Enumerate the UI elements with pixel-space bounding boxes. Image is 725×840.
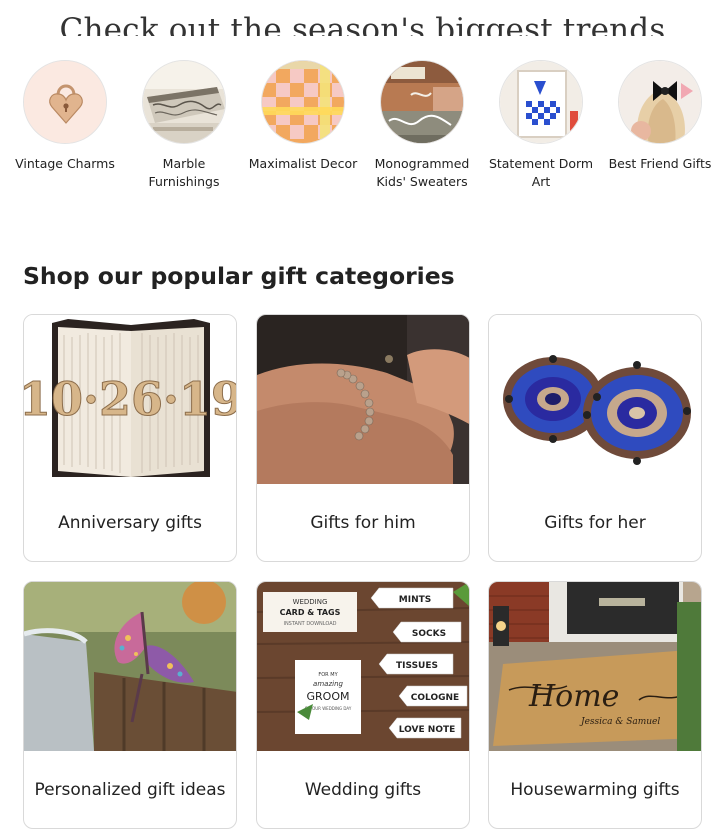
wedding-tags-image: WEDDING CARD & TAGS INSTANT DOWNLOAD FOR…	[257, 582, 469, 751]
heart-lock-charm-image	[23, 60, 107, 144]
wedding-header-text: WEDDING	[293, 598, 328, 606]
wedding-header2-text: CARD & TAGS	[280, 608, 341, 617]
checkered-tray-image	[261, 60, 345, 144]
trend-item-best-friend-gifts[interactable]: Best Friend Gifts	[600, 60, 720, 173]
bracelet-wrist-image	[257, 315, 469, 484]
category-label: Housewarming gifts	[510, 780, 680, 800]
trend-label: Marble Furnishings	[148, 156, 220, 189]
trend-label: Statement Dorm Art	[488, 156, 594, 189]
doormat-word-text: Home	[528, 679, 619, 714]
trend-label: Monogrammed Kids' Sweaters	[374, 156, 470, 189]
monogram-sweater-image	[380, 60, 464, 144]
groom-card-line1: FOR MY	[318, 672, 338, 678]
trend-label: Vintage Charms	[15, 156, 115, 171]
hair-bow-image	[618, 60, 702, 144]
folded-book-date-text: 10·26·19	[24, 372, 237, 426]
gift-categories-heading: Shop our popular gift categories	[23, 262, 455, 290]
category-card-wedding[interactable]: WEDDING CARD & TAGS INSTANT DOWNLOAD FOR…	[256, 581, 470, 829]
trend-item-monogrammed-sweaters[interactable]: Monogrammed Kids' Sweaters	[362, 60, 482, 191]
trend-item-statement-dorm-art[interactable]: Statement Dorm Art	[481, 60, 601, 191]
trend-label: Best Friend Gifts	[608, 156, 712, 171]
tag-mints-text: MINTS	[399, 595, 431, 605]
category-label: Anniversary gifts	[58, 513, 202, 533]
trend-item-maximalist-decor[interactable]: Maximalist Decor	[243, 60, 363, 173]
category-card-personalized[interactable]: Personalized gift ideas	[23, 581, 237, 829]
category-label: Personalized gift ideas	[34, 780, 226, 800]
category-label: Gifts for him	[310, 513, 416, 533]
category-label: Gifts for her	[544, 513, 646, 533]
tag-tissues-text: TISSUES	[396, 661, 438, 671]
category-label: Wedding gifts	[304, 780, 422, 800]
paper-butterfly-image	[24, 582, 236, 751]
marble-tray-image	[142, 60, 226, 144]
tag-socks-text: SOCKS	[412, 629, 446, 639]
category-card-housewarming[interactable]: Home Jessica & Samuel Housewarming gifts	[488, 581, 702, 829]
category-card-anniversary[interactable]: 10·26·19 Anniversary gifts	[23, 314, 237, 562]
category-card-gifts-for-her[interactable]: Gifts for her	[488, 314, 702, 562]
tag-cologne-text: COLOGNE	[411, 693, 459, 703]
trend-label: Maximalist Decor	[248, 156, 358, 171]
blue-check-art-image	[499, 60, 583, 144]
doormat-image: Home Jessica & Samuel	[489, 582, 701, 751]
trends-heading: Check out the season's biggest trends	[0, 8, 725, 36]
beaded-earrings-image	[489, 315, 701, 484]
tag-love-note-text: LOVE NOTE	[399, 725, 456, 735]
trend-item-vintage-charms[interactable]: Vintage Charms	[5, 60, 125, 173]
groom-card-line2: amazing	[313, 680, 343, 688]
groom-card-line3: GROOM	[307, 690, 350, 703]
trend-item-marble-furnishings[interactable]: Marble Furnishings	[124, 60, 244, 191]
folded-book-art-image: 10·26·19	[24, 315, 237, 484]
doormat-names-text: Jessica & Samuel	[579, 717, 660, 727]
trends-heading-text: Check out the season's biggest trends	[59, 12, 666, 36]
wedding-sub-text: INSTANT DOWNLOAD	[283, 621, 336, 627]
category-card-gifts-for-him[interactable]: Gifts for him	[256, 314, 470, 562]
